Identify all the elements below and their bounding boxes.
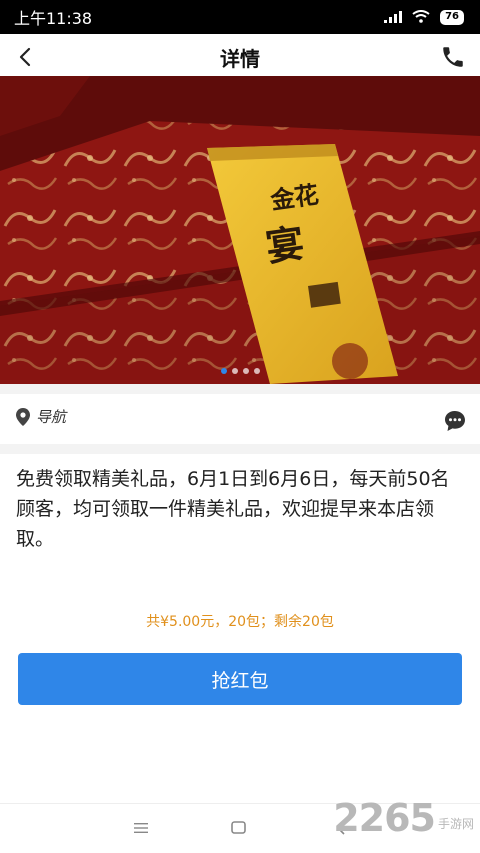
home-icon xyxy=(231,821,246,834)
chat-bubble-icon xyxy=(445,411,465,431)
menu-icon xyxy=(134,823,148,833)
watermark: 2265 手游网 xyxy=(333,796,474,840)
signal-icon xyxy=(384,8,403,27)
status-bar: 上午11:38 76 xyxy=(0,0,480,34)
product-photo: 金花 宴 xyxy=(0,76,480,384)
divider xyxy=(0,444,480,454)
carousel-indicator xyxy=(0,368,480,374)
product-banner[interactable]: 金花 宴 xyxy=(0,76,480,384)
grab-red-packet-button[interactable]: 抢红包 xyxy=(18,653,462,705)
carousel-dot[interactable] xyxy=(231,368,238,374)
location-pin-icon xyxy=(16,407,30,426)
watermark-label: 手游网 xyxy=(437,817,474,831)
carousel-dot[interactable] xyxy=(242,368,249,374)
carousel-dot[interactable] xyxy=(220,368,227,374)
call-button[interactable] xyxy=(438,42,468,72)
navigation-label: 导航 xyxy=(36,408,67,426)
page-title: 详情 xyxy=(220,46,260,71)
watermark-number: 2265 xyxy=(333,796,436,840)
navigation-link[interactable]: 导航 xyxy=(16,406,66,427)
header: 详情 xyxy=(0,34,480,80)
svg-text:宴: 宴 xyxy=(263,220,307,270)
offer-description: 免费领取精美礼品，6月1日到6月6日，每天前50名顾客，均可领取一件精美礼品，欢… xyxy=(16,468,450,550)
red-packet-summary: 共¥5.00元，20包；剩余20包 xyxy=(146,614,334,630)
status-time: 上午11:38 xyxy=(14,9,93,28)
menu-button[interactable] xyxy=(132,820,152,838)
screen: 上午11:38 76 详情 金花 宴 导航 免费领取精美礼品，6月1日到6月6日… xyxy=(0,0,480,853)
phone-icon xyxy=(443,47,463,67)
divider xyxy=(0,384,480,394)
battery-icon: 76 xyxy=(440,9,464,25)
chat-button[interactable] xyxy=(444,410,466,432)
back-button[interactable] xyxy=(10,42,40,72)
home-button[interactable] xyxy=(230,820,250,838)
status-icons: 76 xyxy=(384,8,464,27)
navigation-row: 导航 xyxy=(0,394,480,444)
wifi-icon xyxy=(412,8,430,27)
chevron-left-icon xyxy=(19,47,31,67)
carousel-dot[interactable] xyxy=(253,368,260,374)
